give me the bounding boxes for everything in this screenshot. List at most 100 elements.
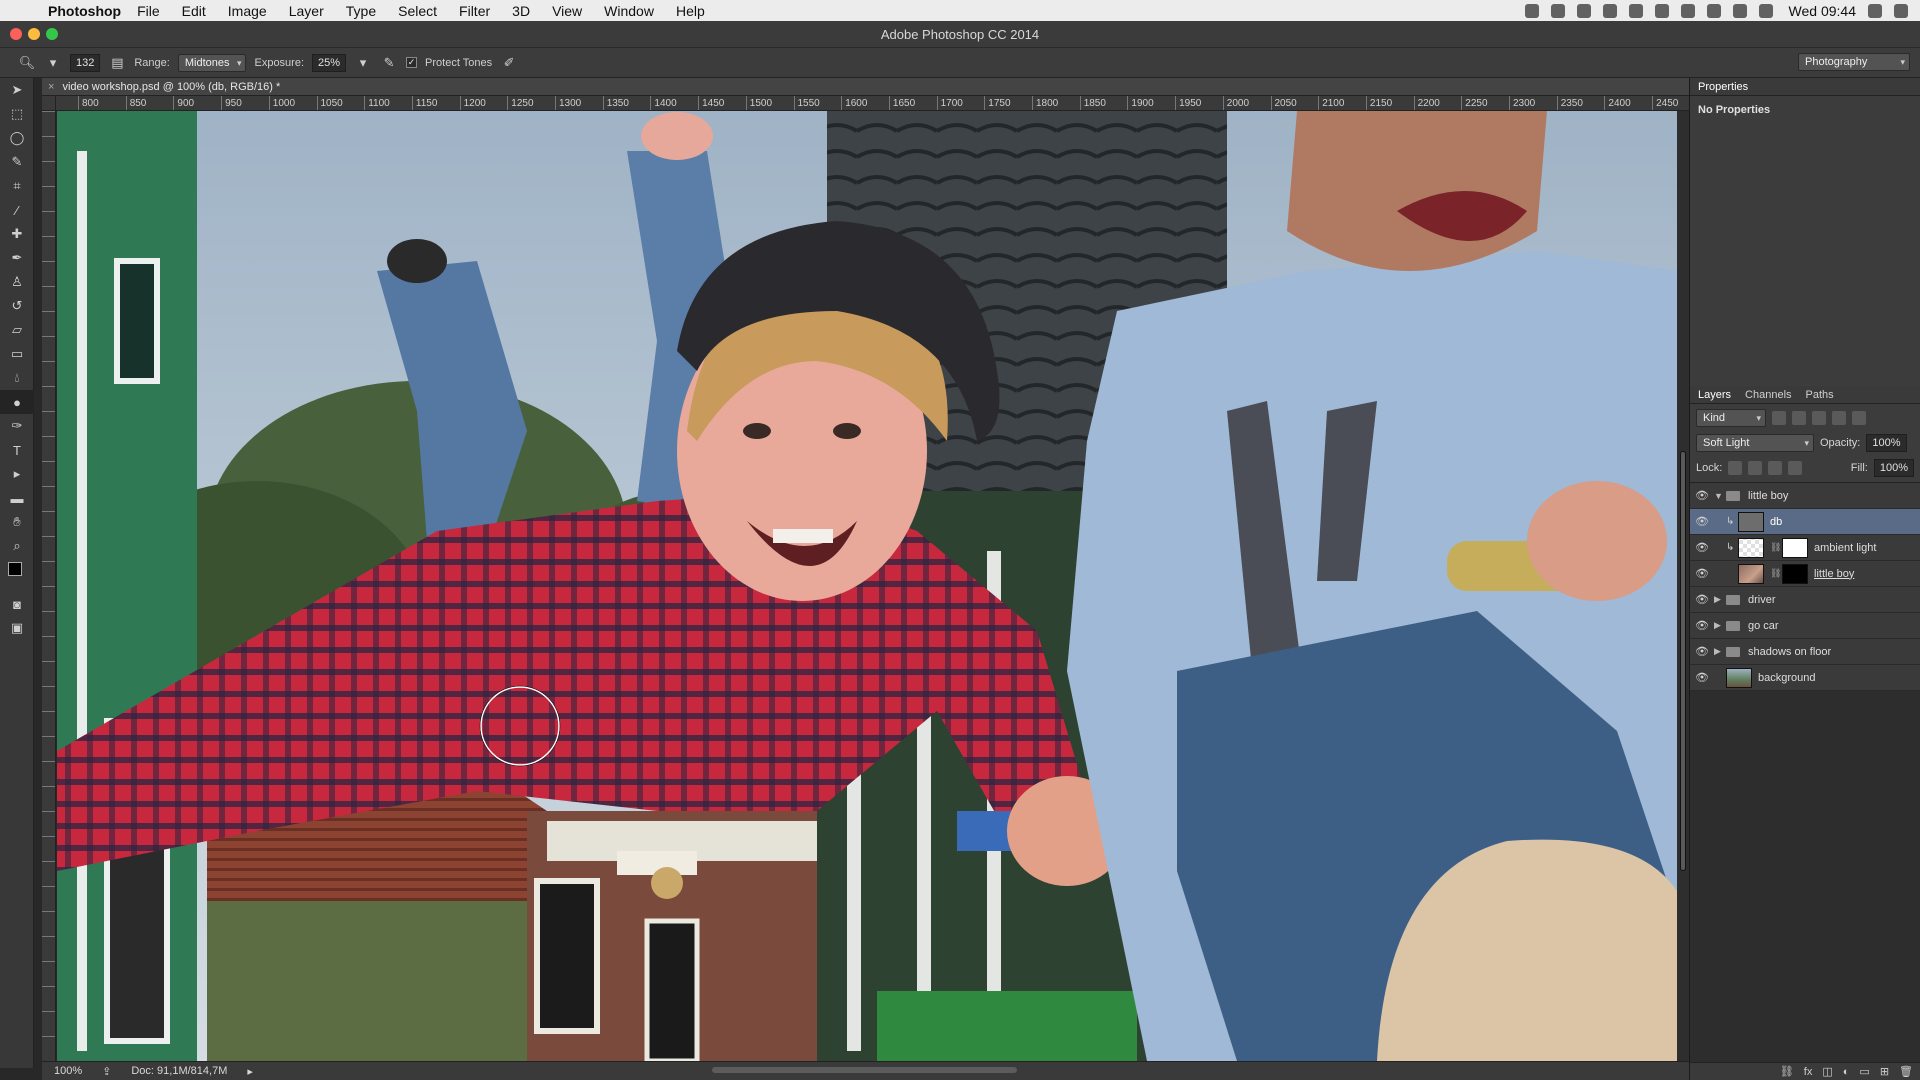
layer-row[interactable]: 👁︎ ↳ ⛓ ambient light	[1690, 535, 1920, 561]
chrome-icon[interactable]	[1550, 3, 1565, 18]
quick-selection-tool-icon[interactable]: ✎	[0, 150, 34, 174]
menu-clock[interactable]: Wed 09:44	[1789, 3, 1856, 19]
menu-type[interactable]: Type	[346, 3, 376, 19]
layer-thumbnail[interactable]	[1738, 511, 1764, 532]
menu-file[interactable]: File	[137, 3, 160, 19]
layer-mask-thumbnail[interactable]	[1782, 563, 1808, 584]
protect-tones-label[interactable]: Protect Tones	[425, 57, 492, 69]
layer-row[interactable]: 👁︎ ⛓ little boy	[1690, 561, 1920, 587]
share-icon[interactable]: ⇪	[102, 1065, 111, 1078]
menu-3d[interactable]: 3D	[512, 3, 530, 19]
dodge-tool-icon[interactable]: ●	[0, 390, 34, 414]
lock-position-icon[interactable]	[1768, 461, 1783, 475]
volume-icon[interactable]	[1758, 3, 1773, 18]
visibility-eye-icon[interactable]: 👁︎	[1690, 515, 1714, 528]
vertical-scroll-thumb[interactable]	[1680, 451, 1686, 871]
lock-pixels-icon[interactable]	[1748, 461, 1763, 475]
hand-tool-icon[interactable]: ✋︎	[0, 510, 34, 534]
clone-stamp-tool-icon[interactable]: ♙	[0, 270, 34, 294]
new-group-icon[interactable]: ▭	[1859, 1065, 1869, 1078]
wifi-icon[interactable]	[1732, 3, 1747, 18]
range-dropdown[interactable]: Midtones	[177, 53, 247, 72]
history-brush-tool-icon[interactable]: ↺	[0, 294, 34, 318]
lock-transparency-icon[interactable]	[1728, 461, 1743, 475]
add-mask-icon[interactable]: ◫	[1822, 1065, 1832, 1078]
path-selection-tool-icon[interactable]: ▸	[0, 462, 34, 486]
layer-row[interactable]: 👁︎ ▶ shadows on floor	[1690, 639, 1920, 665]
exposure-input[interactable]: 25%	[312, 53, 347, 72]
tab-layers[interactable]: Layers	[1698, 389, 1731, 401]
ruler-origin[interactable]	[42, 96, 56, 111]
bluetooth-icon[interactable]	[1706, 3, 1721, 18]
healing-brush-tool-icon[interactable]: ✚	[0, 222, 34, 246]
lock-all-icon[interactable]	[1788, 461, 1803, 475]
time-machine-icon[interactable]	[1680, 3, 1695, 18]
visibility-eye-icon[interactable]: 👁︎	[1690, 671, 1714, 684]
brush-tool-icon[interactable]: ✒	[0, 246, 34, 270]
menu-app-name[interactable]: Photoshop	[48, 3, 121, 19]
eraser-tool-icon[interactable]: ▱	[0, 318, 34, 342]
link-icon[interactable]: ⛓	[1770, 542, 1781, 553]
move-tool-icon[interactable]: ➤	[0, 78, 34, 102]
group-collapsed-chevron-icon[interactable]: ▶	[1714, 594, 1726, 605]
brush-size-picker[interactable]: 132	[70, 53, 101, 72]
horizontal-scroll-thumb[interactable]	[712, 1067, 1017, 1073]
airbrush-icon[interactable]: ✎	[380, 54, 398, 72]
tab-paths[interactable]: Paths	[1806, 389, 1834, 401]
fill-input[interactable]: 100%	[1873, 459, 1914, 477]
link-icon[interactable]: ⛓	[1770, 568, 1781, 579]
spotlight-icon[interactable]	[1868, 3, 1882, 18]
menu-edit[interactable]: Edit	[182, 3, 206, 19]
layer-name[interactable]: little boy	[1814, 568, 1854, 580]
visibility-eye-icon[interactable]: 👁︎	[1690, 593, 1714, 606]
group-collapsed-chevron-icon[interactable]: ▶	[1714, 646, 1726, 657]
delete-layer-icon[interactable]: 🗑︎	[1899, 1065, 1913, 1078]
layer-filter-kind-dropdown[interactable]: Kind	[1696, 409, 1766, 427]
visibility-eye-icon[interactable]: 👁︎	[1690, 567, 1714, 580]
document-size[interactable]: Doc: 91,1M/814,7M	[131, 1065, 227, 1077]
new-layer-icon[interactable]: ⊞	[1880, 1065, 1889, 1078]
status-menu-arrow-icon[interactable]: ▸	[247, 1065, 253, 1078]
pressure-size-icon[interactable]: ✐	[500, 54, 518, 72]
exposure-slider-chevron-icon[interactable]: ▾	[354, 54, 372, 72]
new-adjustment-layer-icon[interactable]: ◐	[1843, 1066, 1850, 1078]
screen-record-icon[interactable]	[1524, 3, 1539, 18]
type-tool-icon[interactable]: T	[0, 438, 34, 462]
layer-row[interactable]: 👁︎ background	[1690, 665, 1920, 691]
document-tab[interactable]: × video workshop.psd @ 100% (db, RGB/16)…	[42, 78, 1689, 96]
layer-name[interactable]: go car	[1748, 620, 1779, 632]
close-icon[interactable]: ×	[48, 81, 54, 93]
foreground-color-swatch[interactable]	[8, 562, 22, 576]
layer-thumbnail[interactable]	[1738, 563, 1764, 584]
blend-mode-dropdown[interactable]: Soft Light	[1696, 434, 1814, 452]
layer-row[interactable]: 👁︎ ▼ little boy	[1690, 483, 1920, 509]
zoom-tool-icon[interactable]: ⌕	[0, 534, 34, 558]
tab-channels[interactable]: Channels	[1745, 389, 1791, 401]
dropbox-icon[interactable]	[1602, 3, 1617, 18]
visibility-eye-icon[interactable]: 👁︎	[1690, 619, 1714, 632]
shape-tool-icon[interactable]: ▬	[0, 486, 34, 510]
layer-name[interactable]: ambient light	[1814, 542, 1876, 554]
eyedropper-tool-icon[interactable]: ⁄	[0, 198, 34, 222]
workspace-dropdown[interactable]: Photography	[1798, 53, 1910, 71]
filter-adjustment-icon[interactable]	[1792, 411, 1806, 425]
layer-row[interactable]: 👁︎ ▶ go car	[1690, 613, 1920, 639]
notification-center-icon[interactable]	[1894, 3, 1908, 18]
menu-image[interactable]: Image	[228, 3, 267, 19]
blur-tool-icon[interactable]: 💧︎	[0, 366, 34, 390]
menu-select[interactable]: Select	[398, 3, 437, 19]
quick-mask-icon[interactable]: ◙	[0, 592, 34, 616]
opacity-input[interactable]: 100%	[1866, 434, 1907, 452]
layer-name[interactable]: little boy	[1748, 490, 1788, 502]
layer-thumbnail[interactable]	[1738, 537, 1764, 558]
menu-window[interactable]: Window	[604, 3, 654, 19]
preset-chevron-icon[interactable]: ▾	[44, 54, 62, 72]
cast-icon[interactable]	[1628, 3, 1643, 18]
layer-mask-thumbnail[interactable]	[1782, 537, 1808, 558]
layer-name[interactable]: background	[1758, 672, 1816, 684]
group-collapsed-chevron-icon[interactable]: ▶	[1714, 620, 1726, 631]
layer-row[interactable]: 👁︎ ↳ db	[1690, 509, 1920, 535]
dodge-tool-preset-icon[interactable]: 🔍︎	[18, 54, 36, 72]
layer-name[interactable]: driver	[1748, 594, 1776, 606]
visibility-eye-icon[interactable]: 👁︎	[1690, 489, 1714, 502]
